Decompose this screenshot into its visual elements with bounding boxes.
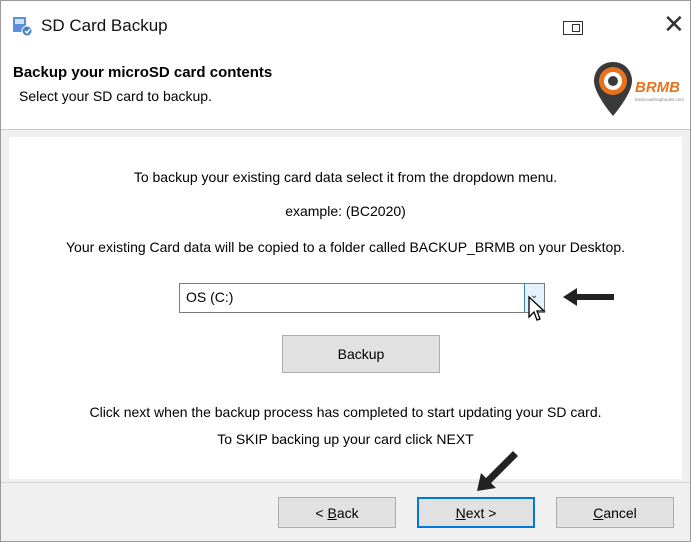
wizard-footer: < Back Next > Cancel (1, 483, 690, 541)
arrow-left-icon (563, 288, 614, 306)
title-bar: SD Card Backup ✕ (1, 1, 690, 53)
wizard-header: Backup your microSD card contents Select… (1, 53, 690, 130)
next-mnemonic: N (455, 504, 466, 521)
drive-dropdown[interactable]: OS (C:) ⌄ (179, 283, 545, 313)
arrow-down-left-icon (477, 451, 518, 491)
next-button[interactable]: Next > (417, 497, 535, 528)
cursor-icon (528, 295, 546, 321)
window: SD Card Backup ✕ Backup your microSD car… (0, 0, 691, 542)
back-mnemonic: B (327, 504, 337, 521)
logo-url: backroadmapbooks.com (635, 97, 684, 102)
app-icon (13, 17, 33, 37)
instruction-skip: To SKIP backing up your card click NEXT (217, 431, 474, 447)
instruction-select: To backup your existing card data select… (133, 169, 558, 185)
backup-button[interactable]: Backup (282, 335, 440, 373)
back-button[interactable]: < Back (278, 497, 396, 528)
cancel-label: ancel (603, 504, 637, 521)
page-subtitle: Select your SD card to backup. (19, 88, 212, 104)
cancel-button[interactable]: Cancel (556, 497, 674, 528)
instruction-next: Click next when the backup process has c… (89, 404, 602, 420)
back-label: ack (336, 504, 359, 521)
logo-text: BRMB (635, 79, 680, 96)
mode-icon[interactable] (563, 21, 583, 35)
drive-dropdown-value: OS (C:) (186, 289, 234, 305)
content-panel: To backup your existing card data select… (9, 137, 682, 479)
next-label: ext > (465, 504, 497, 521)
instruction-copy: Your existing Card data will be copied t… (66, 239, 625, 255)
cancel-mnemonic: C (593, 504, 604, 521)
page-title: Backup your microSD card contents (13, 64, 273, 81)
brmb-logo: BRMB backroadmapbooks.com (594, 62, 684, 116)
window-title: SD Card Backup (41, 16, 168, 35)
example-text: example: (BC2020) (285, 203, 406, 219)
close-icon[interactable]: ✕ (663, 9, 685, 40)
back-prefix: < (315, 504, 328, 521)
